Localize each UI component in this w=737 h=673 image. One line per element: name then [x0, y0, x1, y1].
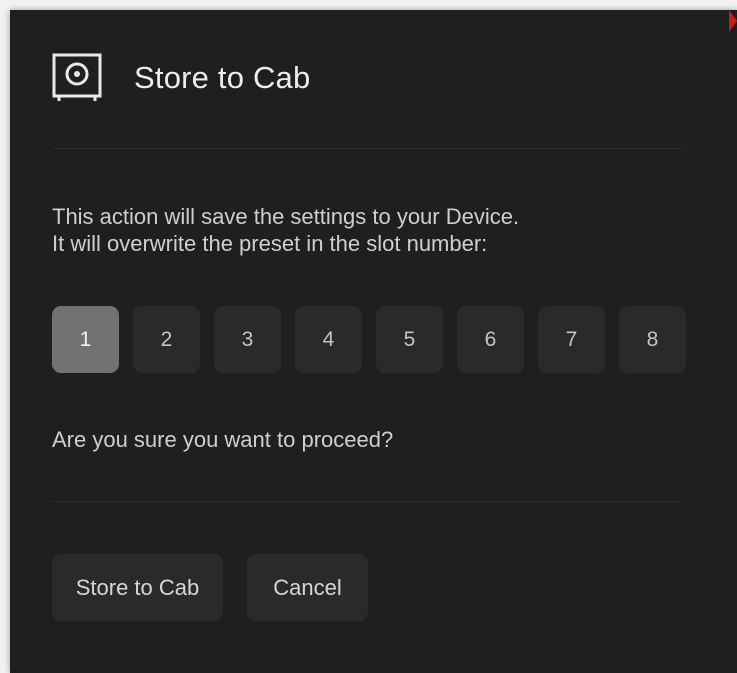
- store-to-cab-button[interactable]: Store to Cab: [52, 554, 223, 621]
- dialog-message: This action will save the settings to yo…: [52, 203, 519, 257]
- dialog-header: Store to Cab: [52, 50, 310, 106]
- cancel-button[interactable]: Cancel: [247, 554, 368, 621]
- corner-marker: [729, 10, 737, 32]
- slot-button-3[interactable]: 3: [214, 306, 281, 373]
- message-line-1: This action will save the settings to yo…: [52, 204, 520, 229]
- confirmation-question: Are you sure you want to proceed?: [52, 427, 394, 452]
- header-divider: [52, 148, 682, 149]
- message-line-2: It will overwrite the preset in the slot…: [52, 231, 488, 256]
- footer-divider: [52, 501, 682, 502]
- slot-button-4[interactable]: 4: [295, 306, 362, 373]
- slot-button-1[interactable]: 1: [52, 306, 119, 373]
- slot-button-5[interactable]: 5: [376, 306, 443, 373]
- dialog-title: Store to Cab: [134, 60, 311, 95]
- slot-button-7[interactable]: 7: [538, 306, 605, 373]
- slot-button-2[interactable]: 2: [133, 306, 200, 373]
- slot-button-6[interactable]: 6: [457, 306, 524, 373]
- cabinet-icon: [52, 53, 102, 101]
- slot-button-8[interactable]: 8: [619, 306, 686, 373]
- slot-selector: 1 2 3 4 5 6 7 8: [52, 306, 686, 373]
- dialog-actions: Store to Cab Cancel: [52, 554, 368, 621]
